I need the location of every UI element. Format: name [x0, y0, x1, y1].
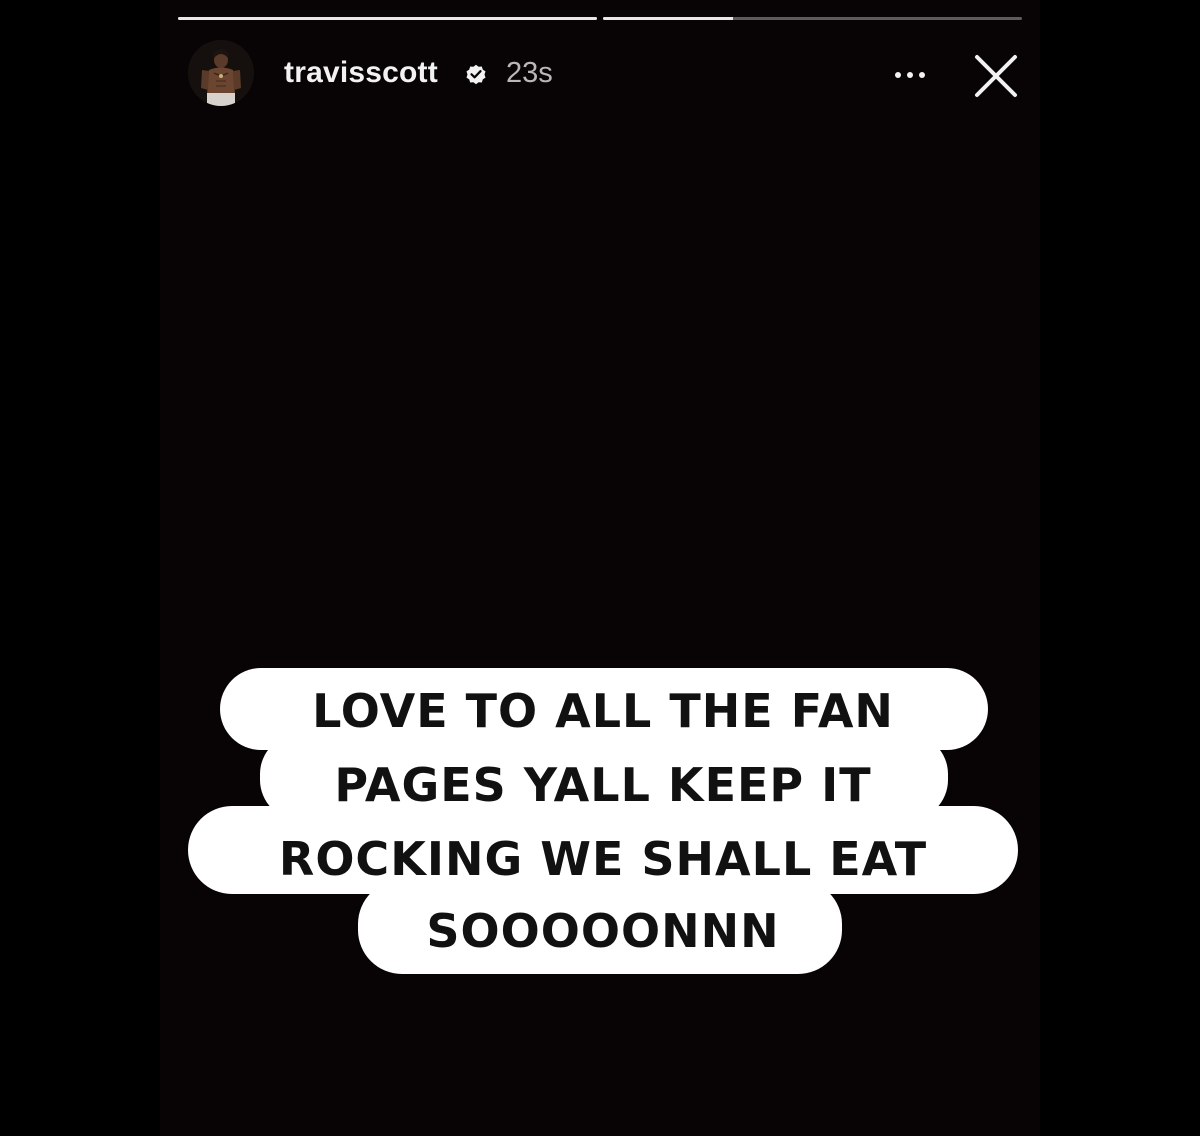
profile-avatar[interactable]	[188, 40, 254, 106]
caption-line: ROCKING WE SHALL EAT	[278, 832, 928, 886]
progress-segment	[603, 17, 1022, 20]
progress-fill	[178, 17, 597, 20]
progress-fill	[603, 17, 733, 20]
caption-line: LOVE TO ALL THE FAN	[312, 684, 894, 738]
story-progress-bar	[178, 17, 1022, 20]
story-text-sticker: LOVE TO ALL THE FAN PAGES YALL KEEP IT R…	[188, 668, 1018, 978]
caption-line: SOOOOONNN	[426, 904, 780, 958]
close-icon[interactable]	[972, 52, 1020, 100]
caption-line: PAGES YALL KEEP IT	[334, 758, 872, 812]
screenshot-frame: travisscott 23s LOVE TO ALL THE FAN PAGE…	[0, 0, 1200, 1136]
story-viewer[interactable]: travisscott 23s LOVE TO ALL THE FAN PAGE…	[160, 0, 1040, 1136]
progress-segment	[178, 17, 597, 20]
verified-badge-icon	[466, 64, 486, 85]
username[interactable]: travisscott	[284, 56, 438, 90]
more-options-icon[interactable]	[888, 60, 932, 90]
post-timestamp: 23s	[506, 57, 553, 89]
avatar-image	[188, 40, 254, 106]
story-header: travisscott 23s	[188, 40, 1018, 108]
